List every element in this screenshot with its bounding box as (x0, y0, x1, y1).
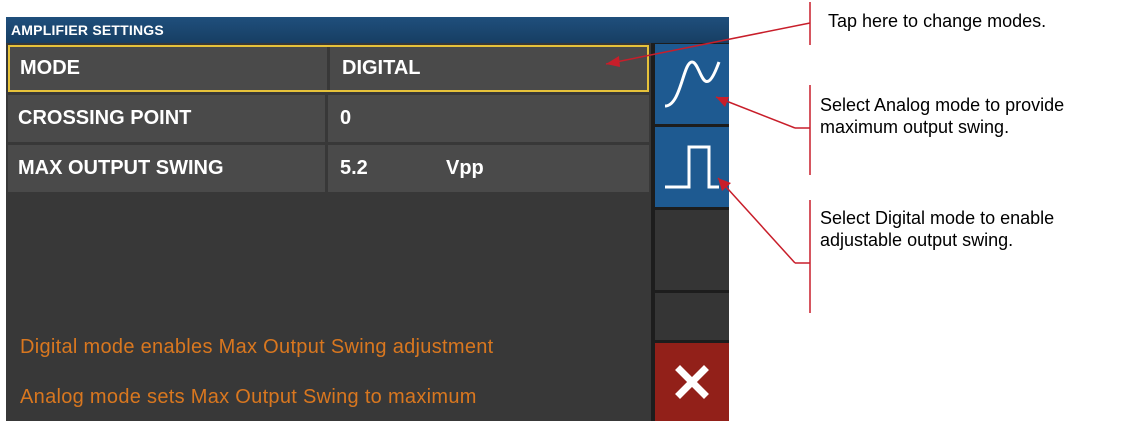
close-button[interactable] (655, 343, 729, 421)
settings-panel: MODE DIGITAL CROSSING POINT 0 MAX OUTPUT… (6, 43, 651, 421)
amplifier-settings-screen: AMPLIFIER SETTINGS MODE DIGITAL CROSSING… (6, 17, 729, 421)
mode-label: MODE (10, 47, 327, 90)
info-text-analog: Analog mode sets Max Output Swing to max… (20, 386, 477, 408)
digital-mode-button[interactable] (655, 127, 729, 207)
square-wave-icon (665, 145, 719, 189)
close-icon (675, 365, 709, 399)
annotation-digital-tip: Select Digital mode to enable adjustable… (820, 208, 1055, 250)
mode-row[interactable]: MODE DIGITAL (8, 45, 649, 92)
page-title: AMPLIFIER SETTINGS (6, 17, 729, 43)
max-output-swing-label: MAX OUTPUT SWING (8, 145, 325, 192)
empty-side-button (655, 210, 729, 290)
crossing-point-value[interactable]: 0 (328, 95, 649, 142)
max-output-swing-value[interactable]: 5.2 (328, 145, 649, 192)
max-output-swing-unit: Vpp (446, 157, 484, 179)
info-text-digital: Digital mode enables Max Output Swing ad… (20, 336, 494, 358)
crossing-point-row[interactable]: CROSSING POINT 0 (8, 95, 649, 142)
empty-side-button (655, 293, 729, 340)
analog-mode-button[interactable] (655, 44, 729, 124)
sine-wave-icon (664, 60, 721, 108)
max-output-swing-row[interactable]: MAX OUTPUT SWING 5.2 Vpp (8, 145, 649, 192)
mode-value[interactable]: DIGITAL (330, 47, 647, 90)
annotation-analog-tip: Select Analog mode to provide maximum ou… (820, 95, 1065, 137)
annotation-mode-tip: Tap here to change modes. (828, 11, 1047, 31)
crossing-point-label: CROSSING POINT (8, 95, 325, 142)
